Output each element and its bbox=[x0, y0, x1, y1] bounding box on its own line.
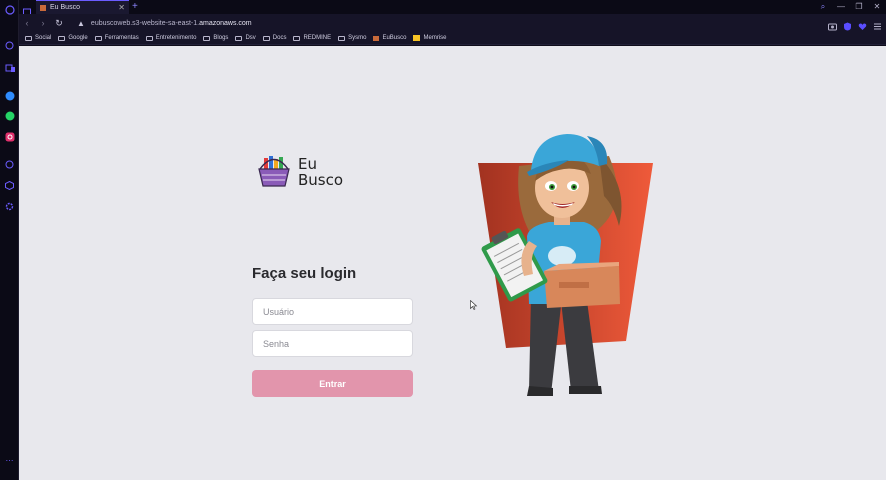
reload-button[interactable]: ↻ bbox=[51, 18, 67, 29]
minimize-button[interactable]: — bbox=[832, 0, 850, 14]
whatsapp-icon[interactable] bbox=[4, 110, 15, 121]
messenger-icon[interactable] bbox=[4, 90, 15, 101]
tabs-icon[interactable] bbox=[4, 62, 15, 73]
logo-line-1: Eu bbox=[298, 155, 317, 173]
bookmark-label: Sysmo bbox=[348, 35, 367, 41]
url-domain: amazonaws.com bbox=[199, 19, 252, 27]
bookmark-label: Blogs bbox=[213, 35, 229, 41]
password-input[interactable] bbox=[252, 330, 413, 357]
bookmark-label: Dsv bbox=[245, 35, 256, 41]
url-field[interactable]: ▲ eubuscoweb.s3-website-sa-east-1.amazon… bbox=[77, 19, 252, 28]
address-actions bbox=[828, 18, 882, 31]
basket-logo-icon bbox=[258, 156, 290, 187]
more-icon[interactable]: ⋯ bbox=[4, 455, 15, 466]
bookmark-social[interactable]: Social bbox=[25, 35, 51, 41]
heart-icon[interactable] bbox=[858, 18, 867, 30]
delivery-woman-illustration bbox=[478, 134, 653, 396]
browser-logo-icon[interactable] bbox=[4, 4, 15, 15]
camera-icon[interactable] bbox=[828, 18, 837, 31]
forward-button[interactable]: › bbox=[35, 18, 51, 28]
folder-icon bbox=[338, 35, 346, 41]
favicon-basket-icon bbox=[40, 4, 46, 11]
url-prefix: eubuscoweb.s3-website-sa-east-1. bbox=[90, 19, 200, 27]
extensions-icon[interactable] bbox=[4, 180, 15, 191]
bookmark-entretenimento[interactable]: Entretenimento bbox=[145, 35, 197, 41]
instagram-icon[interactable] bbox=[4, 131, 15, 142]
window-controls: ⌕ — ❐ ✕ bbox=[814, 0, 886, 14]
bookmark-ferramentas[interactable]: Ferramentas bbox=[94, 35, 139, 41]
tab-close-icon[interactable]: ✕ bbox=[118, 3, 125, 12]
search-icon[interactable]: ⌕ bbox=[814, 0, 832, 14]
bookmark-label: Social bbox=[35, 35, 52, 41]
bookmark-label: Ferramentas bbox=[104, 35, 139, 41]
basket-icon bbox=[373, 35, 380, 41]
bookmark-label: Docs bbox=[272, 35, 287, 41]
login-title: Faça seu login bbox=[252, 265, 357, 282]
folder-icon bbox=[262, 35, 270, 41]
folder-icon bbox=[58, 35, 66, 41]
bookmark-blogs[interactable]: Blogs bbox=[203, 35, 228, 41]
settings-icon[interactable] bbox=[4, 201, 15, 212]
username-input[interactable] bbox=[252, 298, 413, 325]
bookmark-dsv[interactable]: Dsv bbox=[235, 35, 256, 41]
close-window-button[interactable]: ✕ bbox=[868, 0, 886, 14]
bookmark-memrise[interactable]: Memrise bbox=[413, 35, 447, 41]
folder-icon bbox=[94, 35, 102, 41]
restore-button[interactable]: ❐ bbox=[850, 0, 868, 14]
login-button[interactable]: Entrar bbox=[252, 370, 413, 397]
bookmark-label: Entretenimento bbox=[155, 35, 197, 41]
warning-icon[interactable]: ▲ bbox=[77, 19, 85, 28]
bookmark-label: EuBusco bbox=[382, 35, 407, 41]
history-icon[interactable] bbox=[4, 159, 15, 170]
bookmarks-bar: Social Google Ferramentas Entretenimento… bbox=[19, 32, 886, 45]
tab-bar: Eu Busco ✕ + ⌕ — ❐ ✕ bbox=[19, 0, 886, 16]
shield-icon[interactable] bbox=[843, 18, 852, 31]
folder-icon bbox=[235, 35, 243, 41]
mouse-cursor-icon bbox=[470, 300, 478, 310]
bookmark-docs[interactable]: Docs bbox=[262, 35, 287, 41]
bookmark-label: REDMINE bbox=[303, 35, 332, 41]
folder-icon bbox=[293, 35, 301, 41]
tab-title: Eu Busco bbox=[50, 4, 80, 11]
bookmark-redmine[interactable]: REDMINE bbox=[293, 35, 331, 41]
browser-sidebar: ⋯ bbox=[0, 0, 19, 480]
tab-active[interactable]: Eu Busco ✕ bbox=[36, 0, 129, 14]
page-content: Eu Busco Faça seu login Entrar bbox=[19, 46, 886, 480]
new-tab-button[interactable]: + bbox=[132, 0, 138, 14]
bookmark-google[interactable]: Google bbox=[58, 35, 88, 41]
folder-icon bbox=[203, 35, 211, 41]
menu-icon[interactable] bbox=[873, 18, 882, 30]
bookmark-sysmo[interactable]: Sysmo bbox=[338, 35, 366, 41]
back-button[interactable]: ‹ bbox=[19, 18, 35, 28]
speed-dial-icon[interactable] bbox=[4, 40, 15, 51]
bookmark-eubusco[interactable]: EuBusco bbox=[373, 35, 406, 41]
address-bar: ‹ › ↻ ▲ eubuscoweb.s3-website-sa-east-1.… bbox=[19, 14, 886, 32]
bookmark-label: Memrise bbox=[423, 35, 447, 41]
logo-line-2: Busco bbox=[298, 171, 344, 189]
folder-icon bbox=[25, 35, 32, 41]
logo: Eu Busco bbox=[256, 156, 343, 188]
memrise-icon bbox=[413, 35, 421, 41]
bookmark-label: Google bbox=[68, 35, 88, 41]
folder-icon bbox=[145, 35, 153, 41]
